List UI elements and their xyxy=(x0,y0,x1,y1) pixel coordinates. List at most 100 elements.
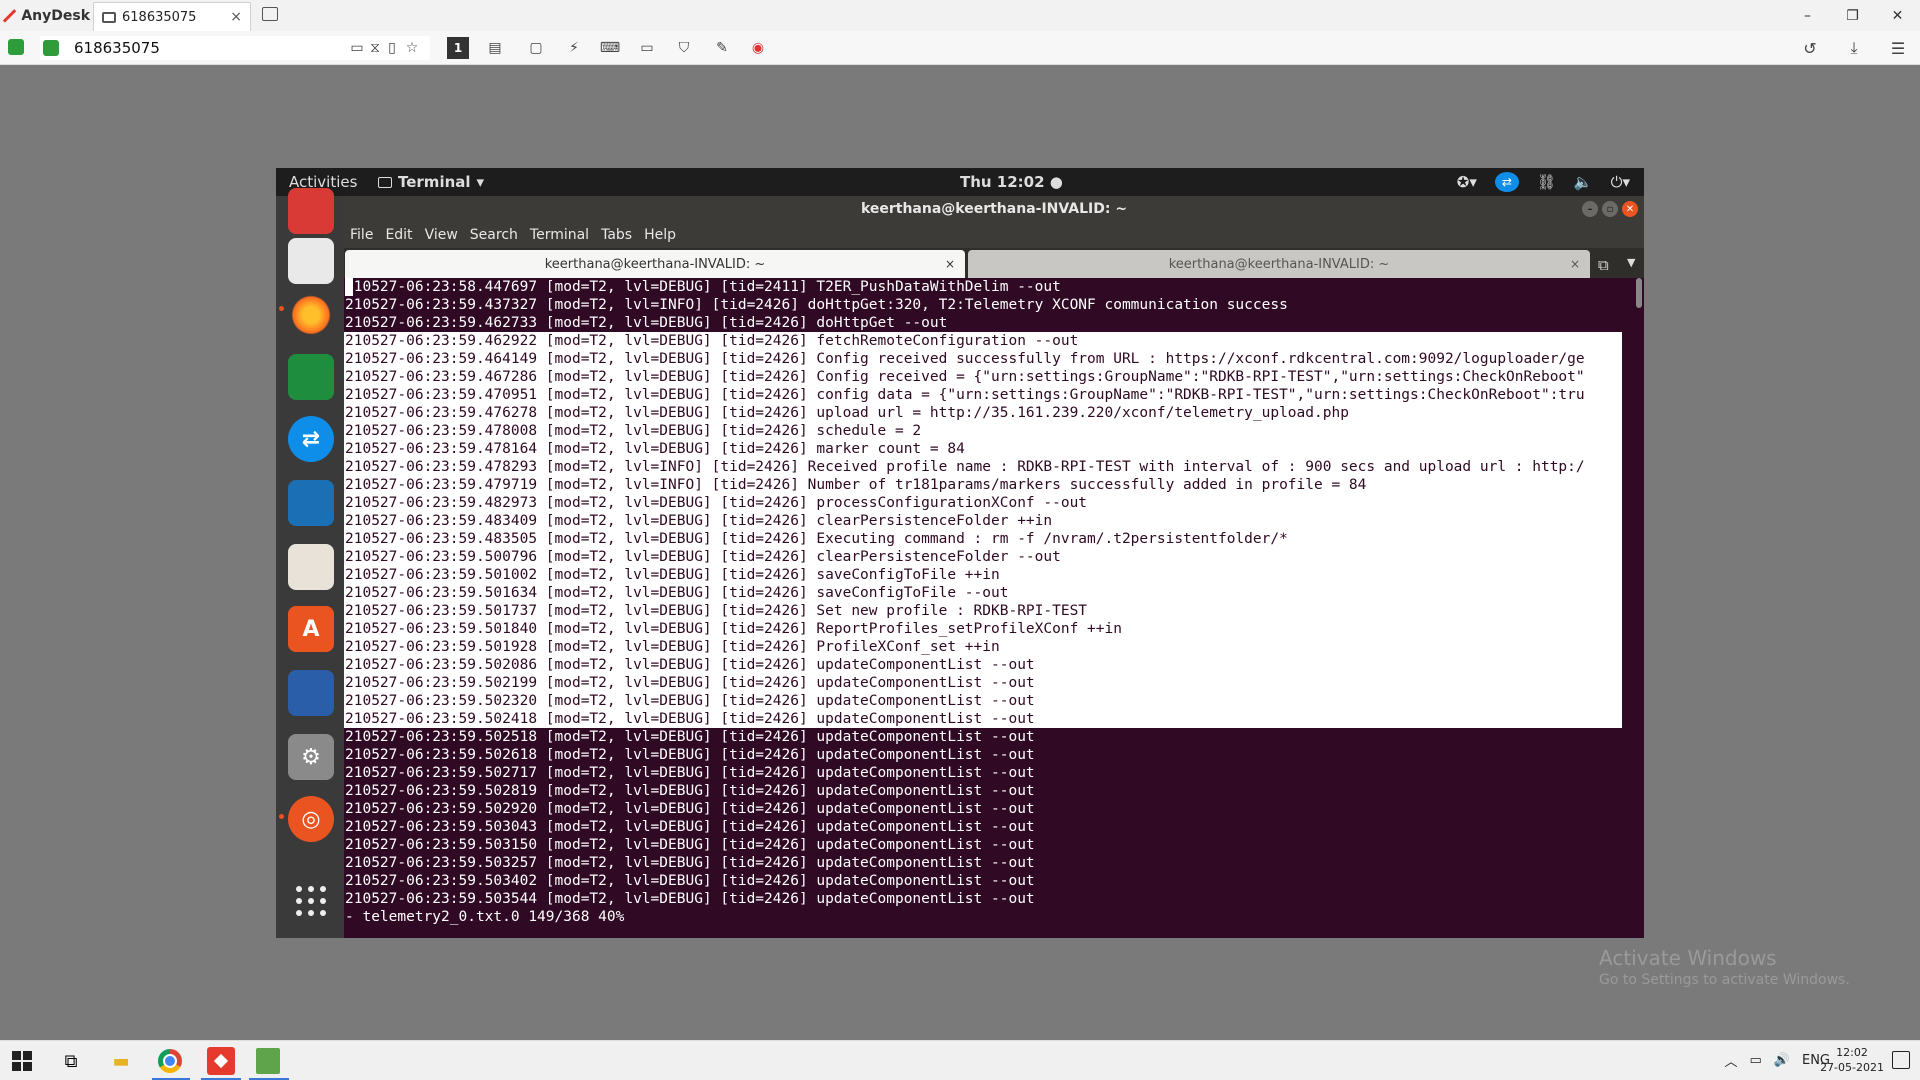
terminal-line: 210527-06:23:59.502086 [mod=T2, lvl=DEBU… xyxy=(345,657,1035,673)
power-icon[interactable]: ⏻▾ xyxy=(1611,173,1630,191)
ubuntu-dock: ⇄ A ⚙ ◎ xyxy=(276,188,344,938)
terminal-line: 210527-06:23:59.478164 [mod=T2, lvl=DEBU… xyxy=(345,441,965,457)
scrollbar[interactable] xyxy=(1636,278,1642,308)
writer-icon[interactable] xyxy=(288,670,334,716)
volume-icon[interactable]: 🔈 xyxy=(1574,173,1593,191)
app-menu-label: Terminal xyxy=(398,173,471,191)
menu-terminal[interactable]: Terminal xyxy=(530,227,589,243)
terminal-line: 210527-06:23:59.467286 [mod=T2, lvl=DEBU… xyxy=(345,369,1585,385)
task-view-icon[interactable]: ⧉ xyxy=(58,1049,84,1073)
keyboard-icon[interactable]: ⌨ xyxy=(600,39,620,57)
date: 27-05-2021 xyxy=(1820,1061,1884,1074)
actions-icon[interactable]: ⚡ xyxy=(565,39,583,57)
terminal-line: 210527-06:23:59.437327 [mod=T2, lvl=INFO… xyxy=(345,297,1288,313)
network-icon[interactable]: ⛓ xyxy=(1537,173,1556,191)
star-icon[interactable]: ☆ xyxy=(403,39,421,57)
record-icon[interactable]: ◉ xyxy=(749,39,767,57)
close-tab-icon[interactable]: × xyxy=(945,257,955,271)
time: 12:02 xyxy=(1836,1046,1868,1059)
terminal-tab[interactable]: keerthana@keerthana-INVALID: ~ × xyxy=(968,250,1590,278)
chat-icon[interactable]: ▢ xyxy=(527,39,545,57)
terminal-line: - telemetry2_0.txt.0 149/368 40% xyxy=(345,909,625,925)
settings-icon[interactable]: ⚙ xyxy=(288,734,334,780)
activation-watermark: Activate Windows Go to Settings to activ… xyxy=(1599,946,1850,988)
gnome-top-bar: Activities Terminal ▾ Thu 12:02 ● ✪▾ ⇄ ⛓… xyxy=(276,168,1644,196)
menu-help[interactable]: Help xyxy=(644,227,676,243)
history-icon[interactable]: ↺ xyxy=(1800,39,1820,58)
maximize-icon[interactable]: ▫ xyxy=(1602,201,1618,217)
permissions-icon[interactable]: ⛉ xyxy=(675,39,693,57)
battery-icon[interactable]: ▭ xyxy=(1750,1053,1762,1068)
download-icon[interactable]: ⤓ xyxy=(1844,38,1864,57)
system-monitor-icon[interactable] xyxy=(288,480,334,526)
menu-tabs[interactable]: Tabs xyxy=(601,227,632,243)
connection-status-icon[interactable] xyxy=(8,39,24,55)
contacts-icon[interactable]: ▭ xyxy=(348,39,366,57)
clipboard-icon[interactable]: ▯ xyxy=(383,39,401,57)
windows-start-icon[interactable] xyxy=(12,1051,32,1071)
terminal-line: 210527-06:23:59.502618 [mod=T2, lvl=DEBU… xyxy=(345,747,1035,763)
anydesk-app-name: AnyDesk xyxy=(21,7,90,24)
software-center-icon[interactable]: A xyxy=(288,606,334,652)
close-tab-icon[interactable]: × xyxy=(230,9,242,25)
terminal-menubar: File Edit View Search Terminal Tabs Help xyxy=(344,222,1644,248)
running-indicator xyxy=(279,814,284,819)
close-icon[interactable]: ✕ xyxy=(1622,201,1638,217)
display-icon[interactable]: ▭ xyxy=(638,39,656,57)
ubuntu-icon[interactable]: ◎ xyxy=(288,796,334,842)
minimize-button[interactable]: – xyxy=(1785,0,1830,31)
hamburger-menu-icon[interactable]: ☰ xyxy=(1888,39,1908,58)
dock-app-icon[interactable] xyxy=(288,188,334,234)
new-tab-icon[interactable]: ⧉ xyxy=(1598,256,1609,274)
anydesk-titlebar: AnyDesk 618635075 × – ❐ ✕ xyxy=(0,0,1920,31)
firefox-icon[interactable] xyxy=(288,292,334,338)
terminal-title: keerthana@keerthana-INVALID: ~ xyxy=(860,201,1128,217)
remote-screen[interactable]: Activities Terminal ▾ Thu 12:02 ● ✪▾ ⇄ ⛓… xyxy=(276,168,1644,938)
notification-icon[interactable] xyxy=(1892,1051,1910,1069)
hourglass-icon[interactable]: ⧖ xyxy=(366,39,384,57)
tab-label: keerthana@keerthana-INVALID: ~ xyxy=(1168,256,1390,272)
show-apps-icon[interactable] xyxy=(296,886,326,916)
minimize-icon[interactable]: – xyxy=(1582,201,1598,217)
volume-icon[interactable]: 🔊 xyxy=(1774,1053,1790,1068)
accessibility-icon[interactable]: ✪▾ xyxy=(1457,173,1477,191)
anydesk-taskbar-icon[interactable] xyxy=(207,1047,235,1075)
terminal-line: 210527-06:23:59.483505 [mod=T2, lvl=DEBU… xyxy=(345,531,1288,547)
session-tab[interactable]: 618635075 × xyxy=(93,2,251,31)
terminal-line: 210527-06:23:59.502418 [mod=T2, lvl=DEBU… xyxy=(345,711,1035,727)
menu-edit[interactable]: Edit xyxy=(385,227,412,243)
notepad-taskbar-icon[interactable] xyxy=(256,1048,280,1074)
chrome-icon[interactable] xyxy=(158,1049,182,1073)
terminal-tab-active[interactable]: keerthana@keerthana-INVALID: ~ × xyxy=(345,250,965,278)
close-tab-icon[interactable]: × xyxy=(1570,257,1580,271)
spreadsheet-icon[interactable] xyxy=(288,354,334,400)
terminal-line: 210527-06:23:59.502518 [mod=T2, lvl=DEBU… xyxy=(345,729,1035,745)
teamviewer-dock-icon[interactable]: ⇄ xyxy=(288,416,334,462)
app-menu[interactable]: Terminal ▾ xyxy=(378,173,484,191)
new-tab-icon[interactable] xyxy=(262,7,278,21)
terminal-line: 210527-06:23:59.470951 [mod=T2, lvl=DEBU… xyxy=(345,387,1585,403)
terminal-app-icon xyxy=(378,176,392,188)
teamviewer-icon[interactable]: ⇄ xyxy=(1494,172,1519,192)
text-editor-icon[interactable] xyxy=(288,238,334,284)
terminal-window-controls: – ▫ ✕ xyxy=(1582,201,1638,217)
close-button[interactable]: ✕ xyxy=(1875,0,1920,31)
menu-file[interactable]: File xyxy=(350,227,373,243)
tabs-menu-chevron-icon[interactable]: ▼ xyxy=(1627,256,1635,269)
system-tray: ︿ ▭ 🔊 ENG xyxy=(1724,1051,1830,1070)
whiteboard-icon[interactable]: ✎ xyxy=(713,39,731,57)
clock[interactable]: Thu 12:02 ● xyxy=(960,173,1063,191)
file-transfer-icon[interactable]: ▤ xyxy=(486,39,504,57)
chevron-up-icon[interactable]: ︿ xyxy=(1724,1051,1737,1070)
presentation-icon[interactable] xyxy=(288,544,334,590)
anydesk-toolbar: 618635075 ▭ ⧖ ▯ ☆ 1 ▤ ▢ ⚡ ⌨ ▭ ⛉ ✎ ◉ ↺ ⤓ … xyxy=(0,31,1920,65)
menu-view[interactable]: View xyxy=(425,227,458,243)
terminal-line: 210527-06:23:59.501840 [mod=T2, lvl=DEBU… xyxy=(345,621,1122,637)
terminal-output[interactable]: 210527-06:23:58.447697 [mod=T2, lvl=DEBU… xyxy=(344,278,1644,938)
file-explorer-icon[interactable]: ▬ xyxy=(108,1049,134,1073)
menu-search[interactable]: Search xyxy=(470,227,518,243)
display-select-button[interactable]: 1 xyxy=(447,37,469,59)
clock[interactable]: 12:02 27-05-2021 xyxy=(1820,1045,1884,1075)
terminal-line: 210527-06:23:59.502717 [mod=T2, lvl=DEBU… xyxy=(345,765,1035,781)
restore-button[interactable]: ❐ xyxy=(1830,0,1875,31)
